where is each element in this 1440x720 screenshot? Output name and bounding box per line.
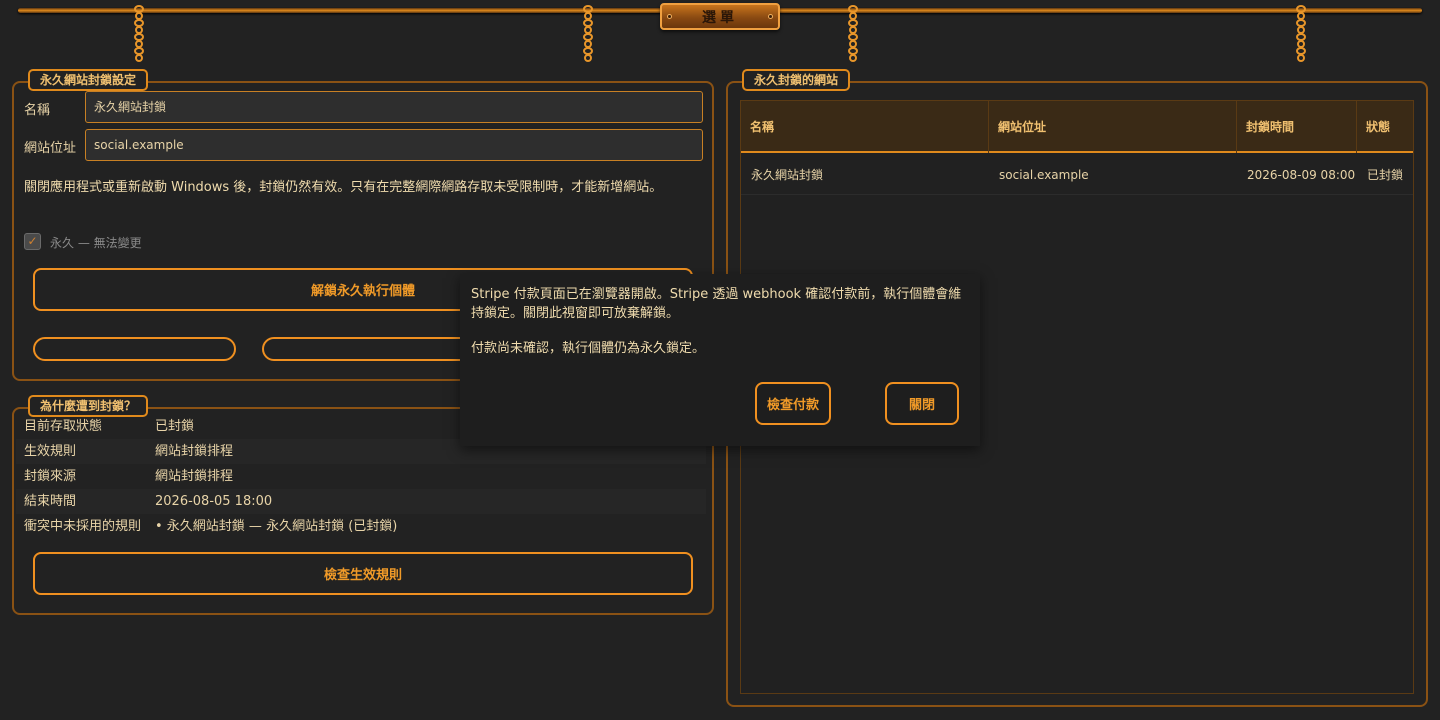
chain-decoration	[846, 5, 860, 76]
check-effective-rules-button[interactable]: 檢查生效規則	[33, 552, 693, 595]
blocked-sites-title: 永久封鎖的網站	[742, 69, 851, 91]
unlock-permanent-label: 解鎖永久執行個體	[310, 284, 415, 299]
info-value: 2026-08-05 18:00	[155, 494, 273, 509]
info-value: 網站封鎖排程	[155, 444, 234, 459]
info-value: 已封鎖	[155, 419, 195, 434]
column-header-status[interactable]: 狀態	[1357, 101, 1413, 153]
column-header-time[interactable]: 封鎖時間	[1237, 101, 1357, 153]
payment-popup: Stripe 付款頁面已在瀏覽器開啟。Stripe 透過 webhook 確認付…	[460, 274, 980, 446]
close-button[interactable]: 關閉	[885, 382, 959, 425]
settings-small-button-2[interactable]	[262, 337, 472, 361]
chain-decoration	[1294, 5, 1308, 76]
info-key: 結束時間	[24, 494, 77, 509]
menu-label: 選單	[702, 9, 738, 26]
url-label: 網站位址	[24, 141, 77, 156]
column-header-url[interactable]: 網站位址	[989, 101, 1237, 153]
column-header-name[interactable]: 名稱	[741, 101, 989, 153]
table-header: 名稱 網站位址 封鎖時間 狀態	[741, 101, 1413, 153]
check-payment-button[interactable]: 檢查付款	[755, 382, 831, 425]
info-row: 封鎖來源 網站封鎖排程	[16, 464, 706, 489]
info-row: 衝突中未採用的規則 • 永久網站封鎖 — 永久網站封鎖 (已封鎖)	[16, 514, 706, 539]
info-key: 目前存取狀態	[24, 419, 103, 434]
permanent-checkbox-label: 永久 — 無法變更	[50, 236, 142, 250]
permanent-checkbox[interactable]: ✓	[24, 233, 41, 250]
info-value: • 永久網站封鎖 — 永久網站封鎖 (已封鎖)	[155, 519, 398, 534]
info-key: 生效規則	[24, 444, 77, 459]
info-value: 網站封鎖排程	[155, 469, 234, 484]
check-payment-label: 檢查付款	[766, 398, 819, 413]
chain-decoration	[581, 5, 595, 76]
settings-note: 關閉應用程式或重新啟動 Windows 後，封鎖仍然有效。只有在完整網際網路存取…	[24, 180, 663, 195]
rivet-icon	[768, 14, 773, 19]
popup-message: Stripe 付款頁面已在瀏覽器開啟。Stripe 透過 webhook 確認付…	[471, 287, 962, 321]
name-label: 名稱	[24, 103, 51, 118]
info-key: 封鎖來源	[24, 469, 77, 484]
close-label: 關閉	[908, 398, 935, 413]
settings-group-title: 永久網站封鎖設定	[28, 69, 149, 91]
cell-name: 永久網站封鎖	[751, 168, 824, 182]
menu-button[interactable]: 選單	[660, 3, 780, 30]
url-input[interactable]: social.example	[85, 129, 703, 161]
check-effective-rules-label: 檢查生效規則	[323, 568, 402, 583]
settings-small-button-1[interactable]	[33, 337, 236, 361]
cell-time: 2026-08-09 08:00	[1247, 168, 1356, 182]
info-row: 結束時間 2026-08-05 18:00	[16, 489, 706, 514]
info-key: 衝突中未採用的規則	[24, 519, 142, 534]
cell-status: 已封鎖	[1367, 168, 1404, 182]
popup-status: 付款尚未確認，執行個體仍為永久鎖定。	[471, 341, 706, 356]
table-row[interactable]: 永久網站封鎖 social.example 2026-08-09 08:00 已…	[741, 155, 1413, 195]
cell-url: social.example	[999, 168, 1089, 182]
checkmark-icon: ✓	[27, 234, 38, 248]
rivet-icon	[667, 14, 672, 19]
name-input[interactable]: 永久網站封鎖	[85, 91, 703, 123]
chain-decoration	[132, 5, 146, 76]
